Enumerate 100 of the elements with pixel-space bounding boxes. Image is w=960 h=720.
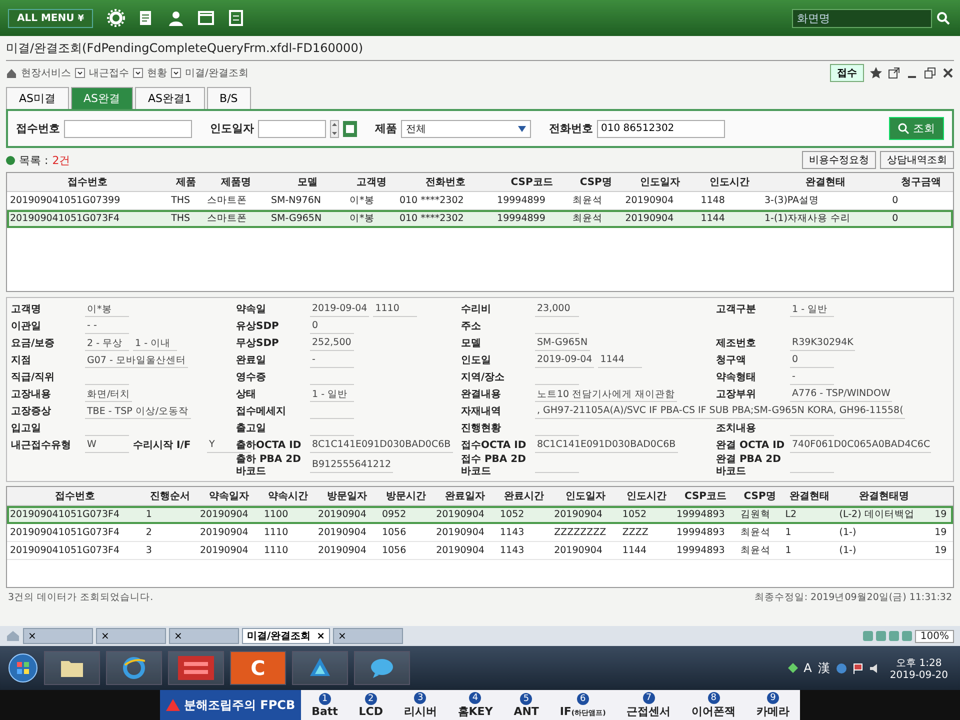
column-header[interactable]: 진행순서 — [142, 487, 197, 506]
home-icon[interactable] — [6, 68, 17, 78]
folder-icon[interactable] — [60, 658, 84, 678]
tab[interactable]: B/S — [206, 87, 251, 109]
browser-icon[interactable] — [123, 657, 145, 679]
window-tab[interactable]: 미결/완결조회 × — [242, 628, 330, 644]
tab[interactable]: AS완결 — [70, 87, 134, 109]
column-header[interactable]: 접수번호 — [7, 173, 168, 192]
breadcrumb-item[interactable]: 미결/완결조회 — [185, 66, 248, 80]
search-icon[interactable] — [936, 11, 950, 25]
ime-indicator[interactable]: A — [804, 661, 812, 675]
taskbar-app-button[interactable] — [168, 651, 224, 685]
taskbar-app-button[interactable] — [292, 651, 348, 685]
taskbar-app-button[interactable]: C — [230, 651, 286, 685]
table-cell: ZZZZZZZZ — [551, 524, 620, 542]
person-icon[interactable] — [166, 9, 185, 27]
column-header[interactable]: 약속일자 — [197, 487, 261, 506]
input-field[interactable] — [64, 120, 192, 138]
chat-icon[interactable] — [369, 657, 395, 679]
field-label: 수리비 — [461, 304, 492, 316]
ime-indicator[interactable]: 漢 — [818, 660, 830, 676]
column-header[interactable]: 방문일자 — [315, 487, 379, 506]
close-icon[interactable] — [942, 67, 954, 79]
receipt-button[interactable]: 접수 — [830, 64, 864, 82]
table-cell: 1056 — [378, 542, 434, 560]
column-header[interactable]: 접수번호 — [7, 487, 143, 506]
chevron-icon[interactable] — [75, 68, 85, 78]
column-header[interactable]: 인도일자 — [622, 173, 698, 192]
all-menu-button[interactable]: ALL MENU ¥ — [8, 8, 93, 28]
column-header[interactable]: CSP코드 — [674, 487, 738, 506]
table-row[interactable]: 201909041051G073F4 1 20190904 1100 20190904 0952 20190904 1052 20190904 1052 19994893 김원혁 L2 (L-2) 데이터백업 19 — [7, 506, 953, 524]
column-header[interactable]: 전화번호 — [396, 173, 494, 192]
taskbar-app-button[interactable] — [106, 651, 162, 685]
column-header[interactable]: 완료시간 — [497, 487, 552, 506]
dropdown[interactable]: 전체 — [401, 120, 531, 138]
column-header[interactable]: CSP명 — [569, 173, 622, 192]
dropdown-icon[interactable] — [133, 68, 143, 78]
taskbar-app-button[interactable] — [44, 651, 100, 685]
window-tab[interactable]: × — [333, 628, 404, 644]
action-button[interactable]: 비용수정요청 — [802, 151, 876, 169]
tab[interactable]: AS완결1 — [135, 87, 205, 109]
search-button[interactable]: 조회 — [889, 117, 944, 140]
table-row[interactable]: 201909041051G073F4 THS 스마트폰 SM-G965N 이*봉 010 ****2302 19994899 최윤석 20190904 1144 1-(1)자재사용 수리 0 — [7, 210, 953, 228]
window-tab[interactable]: × — [23, 628, 93, 644]
table-cell: 20190904 — [197, 506, 261, 524]
sticker-label: 카메라 — [756, 704, 790, 718]
dropdown-icon[interactable] — [171, 68, 181, 78]
column-header[interactable]: 완결현태명 — [836, 487, 932, 506]
list-count: 2건 — [52, 152, 70, 168]
field-label: 지점 — [11, 354, 32, 366]
column-header[interactable]: 고객명 — [346, 173, 396, 192]
bullet-icon[interactable] — [6, 156, 15, 164]
column-header[interactable]: 완료일자 — [433, 487, 497, 506]
action-button[interactable]: 상담내역조회 — [880, 151, 954, 169]
column-header[interactable]: 제품 — [168, 173, 204, 192]
start-orb-icon[interactable] — [8, 653, 38, 683]
date-field[interactable] — [258, 120, 326, 138]
input-field[interactable]: 010 86512302 — [597, 120, 725, 138]
breadcrumb-item[interactable]: 현황 — [147, 66, 167, 80]
column-header[interactable]: CSP코드 — [494, 173, 570, 192]
field-label: 접수 PBA 2D 바코드 — [461, 454, 527, 478]
field-label: 고장부위 — [716, 388, 757, 400]
restore-icon[interactable] — [924, 67, 936, 79]
spinner-icon[interactable] — [330, 120, 339, 138]
dropdown-arrow-icon[interactable] — [518, 126, 526, 132]
column-header[interactable]: 완결현태 — [762, 173, 890, 192]
star-icon[interactable] — [870, 67, 882, 79]
window-tab[interactable]: × — [96, 628, 166, 644]
sticker-title: 분해조립주의 FPCB — [184, 696, 296, 714]
column-header[interactable]: 방문시간 — [378, 487, 434, 506]
gear-icon[interactable] — [106, 9, 125, 27]
notebook-icon[interactable] — [226, 9, 245, 27]
column-header[interactable]: 인도시간 — [619, 487, 674, 506]
popout-icon[interactable] — [888, 67, 900, 79]
taskbar-app-button[interactable] — [354, 651, 410, 685]
column-header[interactable]: 약속시간 — [260, 487, 316, 506]
column-header[interactable]: 모델 — [268, 173, 347, 192]
table-cell: 20190904 — [622, 210, 698, 228]
column-header[interactable]: CSP명 — [737, 487, 782, 506]
field-label: 접수메세지 — [236, 406, 287, 418]
column-header[interactable]: 완결현태 — [782, 487, 836, 506]
table-row[interactable]: 201909041051G073F4 3 20190904 1110 20190904 1056 20190904 1143 20190904 1144 19994893 최윤석 1 (1-) 19 — [7, 542, 953, 560]
window-icon[interactable] — [196, 9, 215, 27]
table-row[interactable]: 201909041051G073F4 2 20190904 1110 20190904 1056 20190904 1143 ZZZZZZZZ ZZZZ 19994893 최윤석 1 (1-) 19 — [7, 524, 953, 542]
search-icon[interactable] — [898, 123, 909, 134]
speaker-icon[interactable] — [868, 662, 880, 674]
breadcrumb-item[interactable]: 내근접수 — [89, 66, 129, 80]
flag-icon[interactable] — [852, 662, 863, 674]
column-header[interactable]: 청구금액 — [889, 173, 953, 192]
column-header[interactable]: 제품명 — [204, 173, 268, 192]
search-field[interactable]: 화면명 — [792, 8, 932, 28]
column-header[interactable]: 인도일자 — [551, 487, 620, 506]
clock[interactable]: 오후 1:28 2019-09-20 — [886, 656, 952, 680]
table-cell: 19 — [932, 506, 953, 524]
tab[interactable]: AS미결 — [6, 87, 69, 109]
zoom-level[interactable]: 100% — [915, 630, 954, 642]
breadcrumb-item[interactable]: 현장서비스 — [21, 66, 71, 80]
table-cell: 1 — [142, 506, 197, 524]
window-tab[interactable]: × — [169, 628, 239, 644]
column-header[interactable]: 인도시간 — [698, 173, 762, 192]
